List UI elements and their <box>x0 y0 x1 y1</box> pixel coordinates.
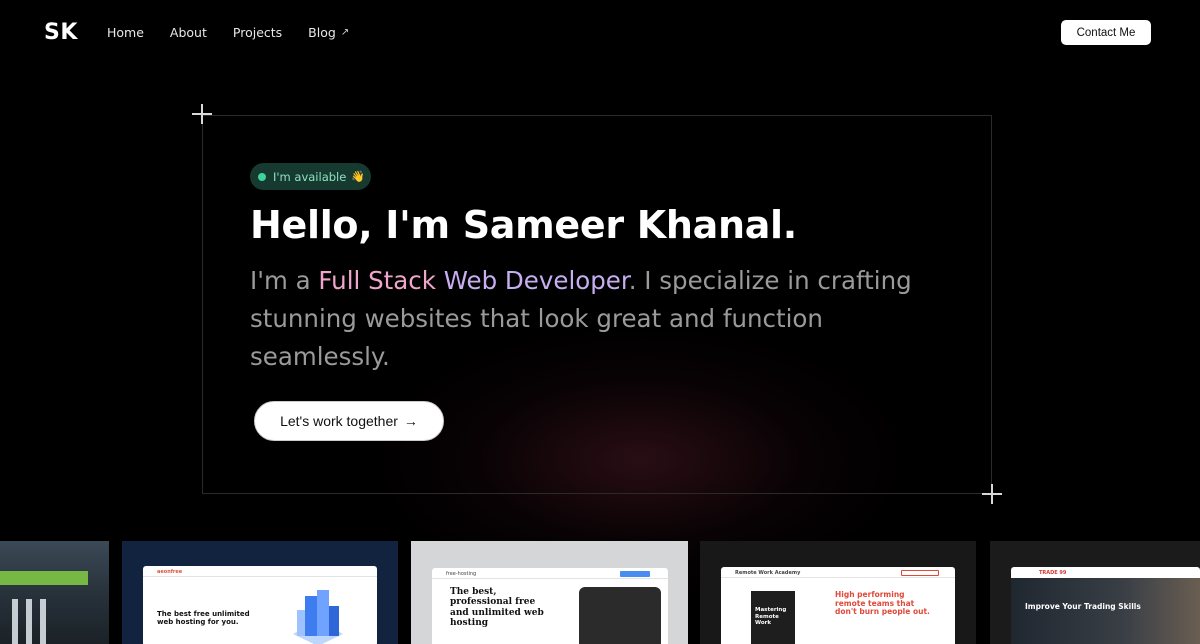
project-thumbnail-banner <box>0 571 88 585</box>
intro-role-web-developer: Web Developer <box>435 266 629 295</box>
course-box: Mastering Remote Work <box>751 591 795 644</box>
project-headline: The best, professional free and unlimite… <box>450 587 544 629</box>
crosshair-icon <box>192 104 212 124</box>
crosshair-icon <box>982 484 1002 504</box>
intro-prefix: I'm a <box>250 266 319 295</box>
project-brand: aeonfree <box>157 569 183 575</box>
hero-intro: I'm a Full Stack Web Developer. I specia… <box>250 262 950 376</box>
nav-link-about[interactable]: About <box>170 25 207 40</box>
nav-link-home[interactable]: Home <box>107 25 144 40</box>
project-headline: Improve Your Trading Skills <box>1025 602 1141 611</box>
project-headline: The best free unlimited web hosting for … <box>157 610 250 627</box>
mini-cta <box>901 570 939 576</box>
project-brand: TRADE 99 <box>1039 570 1067 576</box>
mini-cta <box>620 571 650 577</box>
availability-badge: I'm available 👋 <box>250 163 371 190</box>
logo[interactable]: SK <box>44 20 78 45</box>
project-thumbnail-column <box>26 599 32 644</box>
nav-links: Home About Projects Blog ↗ <box>107 25 375 40</box>
hero-heading: Hello, I'm Sameer Khanal. <box>250 203 797 247</box>
intro-role-full-stack: Full Stack <box>318 266 436 295</box>
external-link-icon: ↗ <box>340 27 350 38</box>
project-thumbnail-column <box>12 599 18 644</box>
top-navigation: SK Home About Projects Blog ↗ Contact Me <box>0 0 1200 66</box>
project-card[interactable] <box>0 541 109 644</box>
project-brand: Remote Work Academy <box>735 570 801 576</box>
nav-link-projects[interactable]: Projects <box>233 25 282 40</box>
availability-text: I'm available <box>273 169 347 184</box>
arrow-right-icon: → <box>403 413 418 429</box>
project-thumbnail-column <box>40 599 46 644</box>
nav-link-blog-label: Blog <box>308 25 336 40</box>
project-headline: High performing remote teams that don't … <box>835 590 930 617</box>
project-card[interactable]: aeonfree The best free unlimited web hos… <box>122 541 398 644</box>
project-brand: free-hosting <box>446 571 477 577</box>
work-together-button[interactable]: Let's work together → <box>254 401 444 441</box>
project-card[interactable]: Remote Work Academy Mastering Remote Wor… <box>700 541 976 644</box>
status-dot-icon <box>258 172 266 181</box>
project-card[interactable]: TRADE 99 Improve Your Trading Skills <box>990 541 1200 644</box>
project-screenshot: free-hosting The best, professional free… <box>432 568 668 644</box>
contact-me-button[interactable]: Contact Me <box>1061 20 1151 45</box>
project-card[interactable]: free-hosting The best, professional free… <box>411 541 688 644</box>
wave-emoji-icon: 👋 <box>351 170 366 183</box>
project-screenshot: Remote Work Academy Mastering Remote Wor… <box>721 567 955 644</box>
project-photo <box>579 587 661 644</box>
project-screenshot: TRADE 99 Improve Your Trading Skills <box>1011 567 1200 644</box>
nav-link-blog[interactable]: Blog ↗ <box>308 25 349 40</box>
building-illustration <box>293 590 343 644</box>
cta-label: Let's work together <box>280 413 398 429</box>
projects-strip: aeonfree The best free unlimited web hos… <box>0 541 1200 644</box>
project-screenshot: aeonfree The best free unlimited web hos… <box>143 566 377 644</box>
